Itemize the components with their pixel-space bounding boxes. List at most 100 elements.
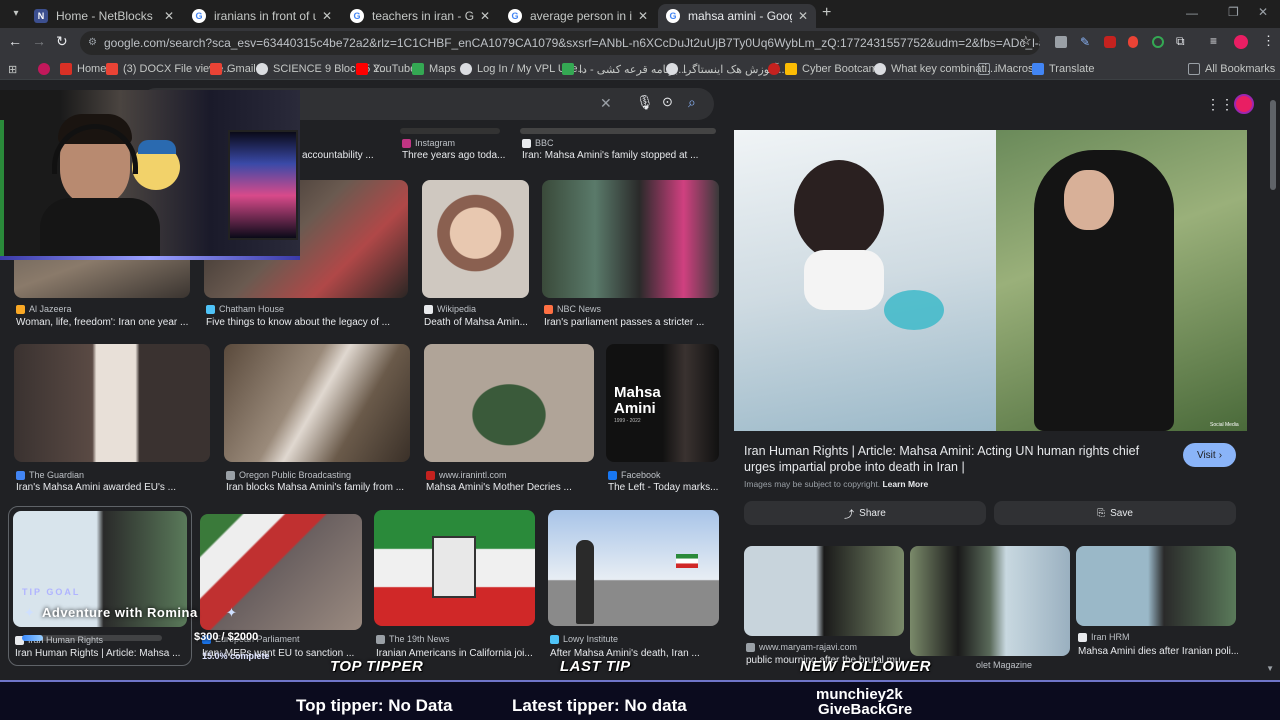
search-icon[interactable]: ⌕ — [688, 94, 696, 111]
tab-title: mahsa amini - Google Search — [688, 9, 792, 23]
tab-title: teachers in iran - Google Search — [372, 9, 474, 23]
site-info-icon[interactable]: ⚙ — [88, 31, 97, 55]
back-icon[interactable]: ← — [8, 33, 22, 49]
bookmark-imacros[interactable]: iMacros — [978, 61, 1034, 77]
preview-image[interactable]: Social Media — [734, 130, 1247, 431]
bookmark-item[interactable] — [38, 61, 55, 77]
extensions-puzzle-icon[interactable]: ⧉ — [1176, 34, 1185, 49]
image-result[interactable]: Lowy Institute After Mahsa Amini's death… — [548, 510, 722, 660]
maps-icon — [412, 63, 424, 75]
apps-grid-icon[interactable]: ⊞ — [8, 61, 17, 77]
reload-icon[interactable]: ↻ — [56, 33, 68, 50]
image-result[interactable]: www.iranintl.com Mahsa Amini's Mother De… — [424, 344, 598, 494]
tip-goal-widget: TIP GOAL ✦ Adventure with Romina ✦ $300 … — [8, 583, 290, 665]
latest-tipper-text: Latest tipper: No data — [512, 696, 687, 715]
bookmark-favicon — [785, 63, 797, 75]
voice-search-icon[interactable]: 🎙 — [636, 94, 654, 111]
profile-avatar[interactable] — [1234, 35, 1248, 49]
sparkle-icon: ✦ — [24, 605, 35, 620]
tab-teachers-iran[interactable]: G teachers in iran - Google Search ✕ — [342, 4, 498, 28]
image-result[interactable]: Wikipedia Death of Mahsa Amin... — [422, 180, 534, 330]
image-result[interactable]: Mahsa Amini 1999 - 2022 Facebook The Lef… — [606, 344, 722, 494]
tile-years-text: 1999 - 2022 — [614, 418, 641, 424]
share-button[interactable]: ⤴ Share — [744, 501, 986, 525]
tab-iranians-us[interactable]: G iranians in front of united states ✕ — [184, 4, 340, 28]
close-tab-icon[interactable]: ✕ — [798, 9, 808, 23]
source-label: Al Jazeera — [29, 304, 72, 314]
image-result[interactable]: The 19th News Iranian Americans in Calif… — [374, 510, 538, 660]
bookmark-label: All Bookmarks — [1205, 63, 1276, 75]
clear-search-icon[interactable]: ✕ — [600, 95, 612, 112]
result-source: Chatham House — [206, 304, 284, 314]
bookmark-translate[interactable]: Translate — [1032, 61, 1094, 77]
apps-grid-icon[interactable]: ⋮⋮ — [1206, 96, 1234, 113]
close-window-icon[interactable]: ✕ — [1258, 5, 1268, 19]
page-scrollbar[interactable] — [1270, 100, 1276, 190]
result-caption: accountability ... — [302, 150, 374, 161]
goal-percent: 15.0% complete — [202, 651, 270, 661]
close-tab-icon[interactable]: ✕ — [480, 9, 490, 23]
tab-search-icon[interactable]: ▾ — [8, 6, 24, 22]
extension-icon[interactable] — [1104, 36, 1116, 48]
forward-icon[interactable]: → — [32, 33, 46, 49]
result-thumbnail — [520, 128, 716, 134]
bookmark-gmail[interactable]: Gmail — [210, 61, 256, 77]
image-result[interactable]: accountability ... — [300, 128, 390, 168]
result-source: Oregon Public Broadcasting — [226, 470, 351, 480]
scroll-down-arrow[interactable]: ▼ — [1266, 664, 1274, 673]
tab-mahsa-amini[interactable]: G mahsa amini - Google Search ✕ — [658, 4, 816, 28]
account-avatar[interactable] — [1234, 94, 1254, 114]
media-controls-icon[interactable]: ≡ — [1210, 34, 1217, 48]
result-source: www.iranintl.com — [426, 470, 507, 480]
extension-icon[interactable] — [1128, 36, 1138, 48]
related-image[interactable]: olet Magazine — [910, 546, 1072, 680]
image-result[interactable]: Oregon Public Broadcasting Iran blocks M… — [224, 344, 414, 494]
close-tab-icon[interactable]: ✕ — [638, 9, 648, 23]
extension-icon[interactable] — [1152, 36, 1164, 48]
result-thumbnail — [424, 344, 594, 462]
related-source: www.maryam-rajavi.com — [746, 642, 857, 652]
preview-title[interactable]: Iran Human Rights | Article: Mahsa Amini… — [744, 443, 1164, 475]
extension-icon[interactable] — [1055, 36, 1067, 48]
save-button[interactable]: ⎘ Save — [994, 501, 1236, 525]
tab-netblocks[interactable]: N Home - NetBlocks ✕ — [26, 4, 182, 28]
close-tab-icon[interactable]: ✕ — [164, 9, 174, 23]
address-bar[interactable]: ⚙ google.com/search?sca_esv=63440315c4be… — [80, 31, 1040, 55]
learn-more-link[interactable]: Learn More — [882, 479, 928, 489]
copyright-notice: Images may be subject to copyright. Lear… — [744, 479, 928, 489]
goal-amount: $300 / $2000 — [194, 631, 259, 643]
visit-button[interactable]: Visit › — [1183, 443, 1236, 467]
bookmark-maps[interactable]: Maps — [412, 61, 456, 77]
minimize-icon[interactable]: — — [1186, 6, 1198, 20]
image-result[interactable]: BBC Iran: Mahsa Amini's family stopped a… — [520, 128, 720, 168]
bookmark-cyber-bootcamp[interactable]: Cyber Bootcamp — [768, 61, 884, 77]
source-label: Lowy Institute — [563, 634, 619, 644]
menu-kebab-icon[interactable]: ⋮ — [1262, 33, 1275, 49]
image-preview-panel: Social Media Iran Human Rights | Article… — [734, 130, 1247, 680]
lowy-icon — [550, 634, 559, 644]
sparkle-icon: ✦ — [226, 605, 237, 620]
new-tab-button[interactable]: + — [822, 4, 831, 22]
all-bookmarks[interactable]: All Bookmarks — [1188, 61, 1275, 77]
image-result[interactable]: The Guardian Iran's Mahsa Amini awarded … — [14, 344, 214, 494]
visit-label: Visit — [1196, 449, 1216, 461]
copyright-text: Images may be subject to copyright. — [744, 479, 881, 489]
image-result[interactable]: Instagram Three years ago toda... — [400, 128, 510, 168]
bookmark-label: YouTube — [373, 63, 417, 75]
bookmark-youtube[interactable]: YouTube — [356, 61, 416, 77]
extension-icon[interactable]: ✎ — [1080, 35, 1090, 49]
chevron-right-icon: › — [1218, 449, 1223, 461]
result-source: The Guardian — [16, 470, 84, 480]
bookmark-home[interactable]: Home — [60, 61, 106, 77]
related-image[interactable]: Iran HRM Mahsa Amini dies after Iranian … — [1076, 546, 1238, 680]
portrait-frame — [432, 536, 476, 598]
related-thumbnail — [910, 546, 1070, 656]
image-result[interactable]: NBC News Iran's parliament passes a stri… — [542, 180, 722, 330]
maximize-icon[interactable]: ❐ — [1228, 5, 1239, 19]
lens-search-icon[interactable]: ⊙ — [662, 94, 673, 110]
follower-subtext: GiveBackGre — [818, 701, 913, 718]
close-tab-icon[interactable]: ✕ — [322, 9, 332, 23]
neck-brace — [804, 250, 884, 310]
bookmark-star-icon[interactable]: ☆ — [1020, 33, 1032, 49]
tab-average-person-iran[interactable]: G average person in iran - Google ✕ — [500, 4, 656, 28]
